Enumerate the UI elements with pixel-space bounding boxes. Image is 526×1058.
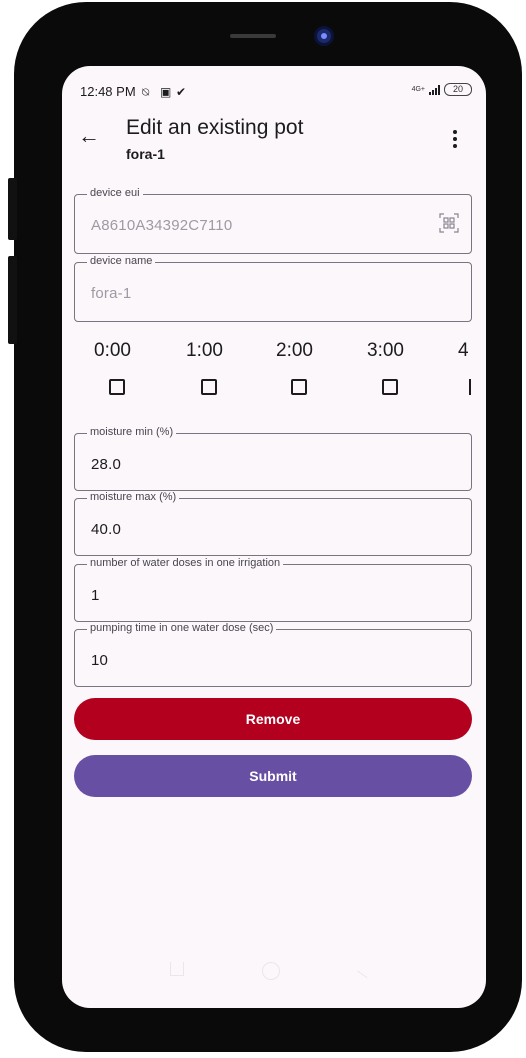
page-subtitle: fora-1 [126,146,165,162]
water-doses-value: 1 [91,587,100,604]
hour-checkbox-0[interactable] [109,379,125,395]
app-screen: 12:48 PM ⍉ ▣ ✔ 4G+ 20 ← Edit an existing… [62,66,486,1008]
moisture-min-label: moisture min (%) [87,426,177,438]
hour-checkbox-4[interactable] [469,379,471,395]
notification-icon: ▣ [160,85,172,99]
phone-side-button [8,256,17,344]
device-name-value: fora-1 [91,285,132,302]
device-eui-label: device eui [87,187,143,199]
hour-label: 0:00 [94,340,131,361]
speaker-grille [230,34,276,38]
status-bar: 12:48 PM ⍉ ▣ ✔ 4G+ 20 [80,82,472,102]
pumping-time-field[interactable]: pumping time in one water dose (sec) 10 [74,622,472,687]
arrow-back-icon[interactable]: ← [78,123,100,149]
device-eui-field[interactable]: device eui A8610A34392C7110 [74,187,472,254]
recent-apps-icon[interactable] [170,962,184,976]
page-title: Edit an existing pot [126,116,304,139]
submit-button[interactable]: Submit [74,755,472,797]
hour-checkbox-1[interactable] [201,379,217,395]
mute-icon: ⍉ [142,85,150,99]
camera-icon [314,26,334,46]
device-name-field[interactable]: device name fora-1 [74,255,472,322]
device-name-label: device name [87,255,156,267]
battery-icon: 20 [444,83,472,96]
more-vert-icon[interactable] [450,130,460,150]
hour-label: 3:00 [367,340,404,361]
moisture-max-label: moisture max (%) [87,491,180,503]
moisture-min-field[interactable]: moisture min (%) 28.0 [74,426,472,491]
status-time: 12:48 PM [80,84,136,99]
hour-label: 4 [458,340,469,361]
remove-button[interactable]: Remove [74,698,472,740]
signal-icon [429,84,440,95]
moisture-min-value: 28.0 [91,456,121,473]
home-icon[interactable] [262,962,280,980]
phone-notch [182,10,378,58]
nav-back-icon[interactable] [357,959,375,979]
hour-label: 2:00 [276,340,313,361]
moisture-max-value: 40.0 [91,521,121,538]
qr-scan-icon[interactable] [439,213,459,233]
status-right: 4G+ 20 [412,83,472,96]
water-doses-label: number of water doses in one irrigation [87,557,284,569]
hour-label: 1:00 [186,340,223,361]
water-doses-field[interactable]: number of water doses in one irrigation … [74,557,472,622]
pumping-time-value: 10 [91,652,109,669]
phone-side-button [8,178,17,240]
device-eui-value: A8610A34392C7110 [91,217,233,234]
network-label: 4G+ [411,86,425,93]
check-circle-icon: ✔ [176,85,187,99]
hour-checkbox-2[interactable] [291,379,307,395]
hour-checkbox-3[interactable] [382,379,398,395]
moisture-max-field[interactable]: moisture max (%) 40.0 [74,491,472,556]
pumping-time-label: pumping time in one water dose (sec) [87,622,277,634]
